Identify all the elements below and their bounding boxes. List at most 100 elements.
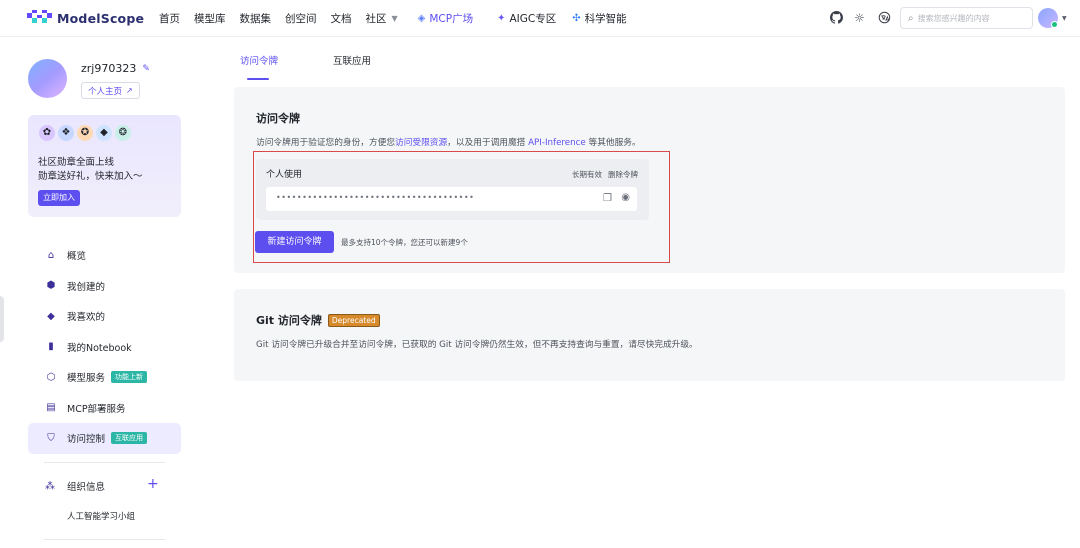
nav-science-label: 科学智能: [584, 13, 627, 25]
brand-name: ModelScope: [57, 10, 145, 26]
chevron-down-icon: ▼: [391, 14, 398, 23]
sidebar-item-label: 模型服务: [67, 373, 106, 385]
org-icon: ⁂: [45, 480, 55, 492]
github-icon[interactable]: [829, 11, 844, 26]
nav-mcp[interactable]: ◈ MCP广场: [418, 11, 473, 26]
diamond-icon: ◆: [47, 310, 55, 322]
org-section-title: ⁂ 组织信息: [45, 479, 106, 494]
new-token-hint: 最多支持10个令牌，您还可以新建9个: [341, 238, 468, 247]
sidebar-item-access-control[interactable]: ⛉ 访问控制 互联应用: [28, 423, 181, 454]
server-icon: ▤: [46, 402, 56, 414]
notebook-icon: ▮: [48, 341, 54, 353]
logo-mark-icon: [27, 10, 52, 23]
shield-icon: ⛉: [47, 432, 55, 444]
medal-row: ✿ ❖ ✪ ◆ ❂: [39, 125, 134, 141]
avatar-chevron-down-icon[interactable]: ▼: [1062, 15, 1067, 22]
sidebar-item-overview[interactable]: ⌂ 概览: [28, 240, 181, 271]
sidebar-divider: [44, 539, 165, 540]
created-icon: ⬢: [46, 280, 56, 292]
eye-icon[interactable]: ◉: [621, 192, 630, 203]
sidebar-item-model-service[interactable]: ⬡ 模型服务 功能上新: [28, 362, 181, 393]
edit-icon[interactable]: ✎: [142, 64, 150, 74]
sun-icon[interactable]: ☼: [852, 11, 867, 26]
sidebar-item-notebook[interactable]: ▮ 我的Notebook: [28, 332, 181, 363]
new-token-button[interactable]: 新建访问令牌: [255, 231, 334, 253]
medal-icon: ❂: [115, 125, 131, 141]
org-item[interactable]: 人工智能学习小组: [67, 510, 135, 522]
token-card: 个人使用 长期有效 删除令牌 •••••••••••••••••••••••••…: [256, 159, 649, 220]
nav-aigc[interactable]: ✦ AIGC专区: [497, 11, 556, 26]
git-token-title: Git 访问令牌 Deprecated: [256, 312, 380, 328]
edge-handle: [0, 296, 4, 342]
settings-tabs: 访问令牌 互联应用: [240, 53, 426, 80]
medal-icon: ◆: [96, 125, 112, 141]
sidebar-item-label: 访问控制: [67, 434, 106, 446]
homepage-label: 个人主页: [88, 86, 123, 97]
top-navbar: ModelScope 首页 模型库 数据集 创空间 文档 社区 ▼ ◈ MCP广…: [0, 0, 1080, 37]
sidebar-item-label: 概览: [67, 251, 87, 263]
home-icon: ⌂: [47, 249, 55, 261]
join-now-button[interactable]: 立即加入: [38, 190, 80, 206]
profile-avatar: [28, 59, 67, 98]
token-card-actions: 长期有效 删除令牌: [566, 169, 638, 180]
badge-line-1: 社区勋章全面上线: [38, 157, 115, 168]
external-link-icon: ↗: [126, 86, 133, 95]
science-icon: ✣: [572, 13, 581, 24]
nav-datasets[interactable]: 数据集: [240, 11, 272, 26]
nav-studios[interactable]: 创空间: [285, 11, 317, 26]
homepage-button[interactable]: 个人主页 ↗: [81, 82, 140, 99]
token-card-title: 个人使用: [266, 170, 303, 180]
username-text: zrj970323: [81, 62, 137, 75]
translate-icon[interactable]: [877, 11, 892, 26]
api-inference-link[interactable]: API-Inference: [528, 138, 586, 148]
desc-middle: ，以及用于调用魔搭: [447, 138, 529, 148]
sidebar-item-created[interactable]: ⬢ 我创建的: [28, 271, 181, 302]
nav-home[interactable]: 首页: [159, 11, 180, 26]
sidebar-item-mcp-deploy[interactable]: ▤ MCP部署服务: [28, 393, 181, 424]
desc-suffix: 等其他服务。: [585, 138, 641, 148]
sidebar-item-label: 我喜欢的: [67, 312, 106, 324]
sidebar-item-label: 我的Notebook: [67, 342, 132, 354]
nav-community[interactable]: 社区 ▼: [366, 11, 398, 26]
tab-access-token[interactable]: 访问令牌: [240, 53, 278, 80]
sidebar-item-label: MCP部署服务: [67, 403, 126, 415]
online-status-dot: [1051, 21, 1058, 28]
access-token-title: 访问令牌: [256, 112, 300, 125]
token-validity[interactable]: 长期有效: [572, 169, 602, 180]
modelscope-logo[interactable]: ModelScope: [27, 10, 144, 26]
sidebar-item-label: 我创建的: [67, 281, 106, 293]
tab-linked-apps[interactable]: 互联应用: [333, 53, 371, 76]
linked-apps-tag: 互联应用: [111, 432, 148, 445]
badge-promo-text: 社区勋章全面上线 勋章送好礼，快来加入～: [38, 156, 143, 184]
git-token-title-text: Git 访问令牌: [256, 314, 322, 327]
git-token-panel: Git 访问令牌 Deprecated Git 访问令牌已升级合并至访问令牌，已…: [234, 289, 1065, 381]
deprecated-badge: Deprecated: [327, 313, 380, 327]
add-org-icon[interactable]: +: [147, 476, 159, 492]
nav-docs[interactable]: 文档: [331, 11, 352, 26]
mcp-icon: ◈: [417, 13, 426, 24]
badge-line-2: 勋章送好礼，快来加入～: [38, 171, 143, 182]
nav-mcp-label: MCP广场: [429, 13, 474, 25]
medal-icon: ❖: [58, 125, 74, 141]
sidebar-divider: [44, 462, 165, 463]
nav-aigc-label: AIGC专区: [509, 13, 557, 25]
token-value-field[interactable]: •••••••••••••••••••••••••••••••••••••• ❐…: [266, 187, 637, 211]
org-title-text: 组织信息: [67, 482, 106, 493]
profile-username: zrj970323 ✎: [81, 62, 150, 75]
delete-token-link[interactable]: 删除令牌: [608, 169, 638, 180]
nav-community-label: 社区: [365, 13, 387, 25]
sparkle-icon: ✦: [497, 13, 506, 24]
copy-icon[interactable]: ❐: [603, 193, 612, 204]
nav-models[interactable]: 模型库: [194, 11, 226, 26]
restricted-resources-link[interactable]: 访问受限资源: [395, 138, 447, 148]
medal-icon: ✿: [39, 125, 55, 141]
nav-science[interactable]: ✣ 科学智能: [572, 11, 626, 26]
search-placeholder: 搜索您感兴趣的内容: [917, 13, 990, 23]
medal-icon: ✪: [77, 125, 93, 141]
access-token-desc: 访问令牌用于验证您的身份，方便您访问受限资源，以及用于调用魔搭 API-Infe…: [256, 135, 641, 148]
sidebar-item-liked[interactable]: ◆ 我喜欢的: [28, 301, 181, 332]
search-input[interactable]: ⌕ 搜索您感兴趣的内容: [900, 7, 1033, 29]
feature-new-tag: 功能上新: [111, 371, 148, 384]
badge-promo-card: ✿ ❖ ✪ ◆ ❂ 社区勋章全面上线 勋章送好礼，快来加入～ 立即加入: [28, 115, 181, 217]
main-nav: 首页 模型库 数据集 创空间 文档 社区 ▼ ◈ MCP广场 ✦ AIGC专区 …: [159, 0, 641, 37]
